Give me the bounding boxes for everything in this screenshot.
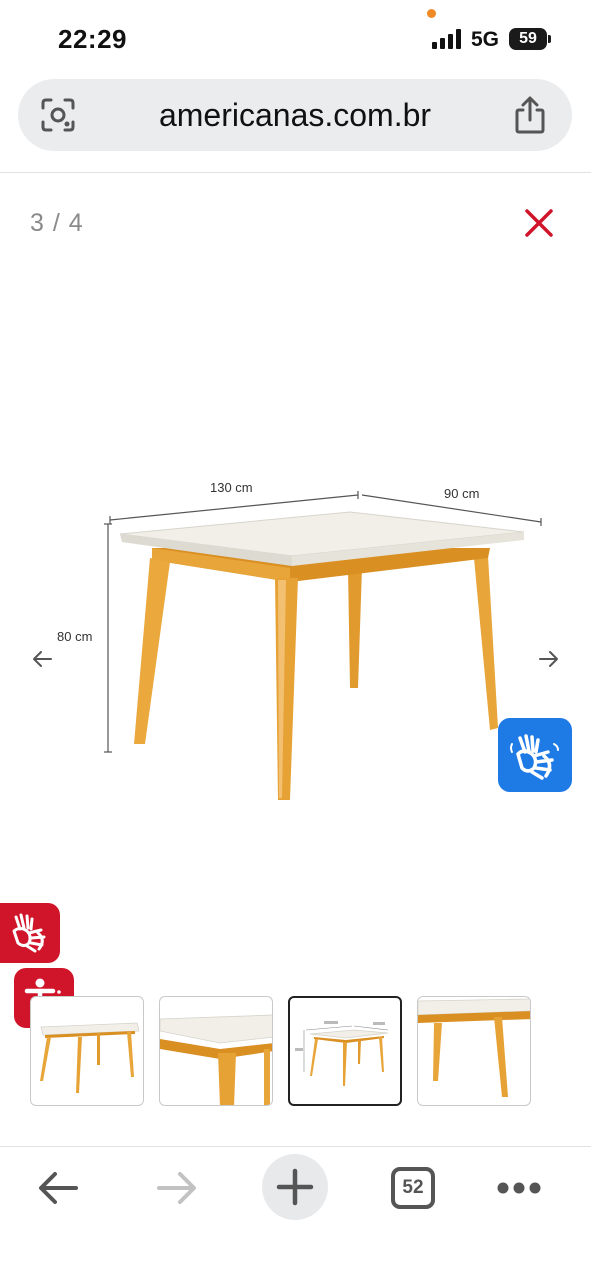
thumbnail-1[interactable] [30, 996, 144, 1106]
thumbnail-table-image [40, 1022, 140, 1093]
signal-icon [432, 29, 461, 49]
thumbnail-table-detail-image [160, 1014, 272, 1105]
forward-arrow-icon[interactable] [155, 1168, 199, 1208]
thumbnail-4[interactable] [417, 996, 531, 1106]
dimension-width-label: 130 cm [210, 480, 253, 495]
dimension-depth-label: 90 cm [444, 486, 480, 501]
tabs-count-button[interactable]: 52 [391, 1167, 435, 1209]
thumbnail-2[interactable] [159, 996, 273, 1106]
share-icon[interactable] [512, 95, 548, 135]
network-type: 5G [471, 28, 500, 51]
arrow-left-icon[interactable] [30, 647, 54, 671]
thumbnail-table-dimensions-image [295, 1021, 389, 1086]
sign-language-hands-icon [12, 913, 46, 953]
image-counter: 3 / 4 [30, 209, 84, 237]
battery-indicator: 59 [509, 28, 551, 50]
sign-language-hands-icon [510, 734, 559, 780]
thumbnail-table-leg-image [418, 998, 530, 1097]
plus-icon [276, 1168, 314, 1206]
url-text[interactable]: americanas.com.br [18, 97, 572, 134]
top-divider [0, 172, 591, 173]
status-time: 22:29 [58, 24, 127, 54]
close-icon[interactable] [522, 206, 556, 240]
new-tab-button[interactable] [262, 1154, 328, 1220]
bottom-divider [0, 1146, 591, 1147]
privacy-indicator-dot [427, 9, 436, 18]
libras-sign-language-button-red[interactable] [0, 903, 60, 963]
url-bar[interactable]: americanas.com.br [18, 79, 572, 151]
more-options-icon[interactable] [496, 1180, 542, 1196]
thumbnail-3[interactable] [288, 996, 402, 1106]
libras-sign-language-button[interactable] [498, 718, 572, 792]
arrow-right-icon[interactable] [537, 647, 561, 671]
back-arrow-icon[interactable] [36, 1168, 80, 1208]
dimension-height-label: 80 cm [57, 629, 93, 644]
